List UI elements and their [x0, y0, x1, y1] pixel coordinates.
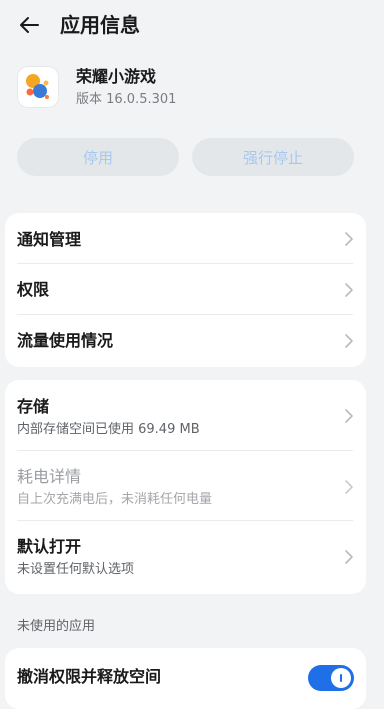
app-version: 版本 16.0.5.301: [76, 92, 177, 107]
list-item-subtitle: 内部存储空间已使用 69.49 MB: [17, 422, 200, 437]
disable-button[interactable]: 停用: [17, 138, 179, 176]
list-item-subtitle: 未设置任何默认选项: [17, 562, 135, 577]
chevron-right-icon: [345, 409, 353, 423]
page-title: 应用信息: [60, 13, 140, 37]
toggle-knob: [331, 668, 351, 688]
list-item-subtitle: 自上次充满电后，未消耗任何电量: [17, 492, 213, 507]
data-usage-item[interactable]: 流量使用情况: [5, 315, 366, 367]
settings-group-2: 存储 内部存储空间已使用 69.49 MB 耗电详情 自上次充满电后，未消耗任何…: [5, 380, 366, 594]
chevron-right-icon: [345, 232, 353, 246]
list-item-label: 耗电详情: [17, 467, 82, 486]
app-logo-icon: [18, 67, 58, 107]
section-header-unused-apps: 未使用的应用: [17, 619, 96, 634]
storage-item[interactable]: 存储 内部存储空间已使用 69.49 MB: [5, 380, 366, 451]
chevron-right-icon: [345, 283, 353, 297]
chevron-right-icon: [345, 480, 353, 494]
arrow-left-icon: [20, 17, 39, 33]
app-name: 荣耀小游戏: [76, 67, 157, 86]
back-button[interactable]: [12, 9, 46, 41]
force-stop-button[interactable]: 强行停止: [192, 138, 354, 176]
chevron-right-icon: [345, 550, 353, 564]
open-by-default-item[interactable]: 默认打开 未设置任何默认选项: [5, 521, 366, 594]
battery-usage-item: 耗电详情 自上次充满电后，未消耗任何电量: [5, 451, 366, 521]
list-item-label: 默认打开: [17, 537, 82, 556]
list-item-label: 权限: [17, 280, 50, 299]
title-bar: 应用信息: [0, 0, 384, 50]
list-item-label: 撤消权限并释放空间: [17, 667, 162, 686]
settings-group-1: 通知管理 权限 流量使用情况: [5, 213, 366, 367]
revoke-permissions-item: 撤消权限并释放空间: [5, 648, 366, 709]
app-info-page: 应用信息 荣耀小游戏 版本 16.0.5.301 停用 强行停止 通知管理 权限…: [0, 0, 384, 709]
list-item-label: 流量使用情况: [17, 331, 114, 350]
settings-group-3: 撤消权限并释放空间: [5, 648, 366, 709]
notification-management-item[interactable]: 通知管理: [5, 213, 366, 264]
revoke-permissions-toggle[interactable]: [308, 665, 354, 691]
permissions-item[interactable]: 权限: [5, 264, 366, 315]
list-item-label: 通知管理: [17, 230, 82, 249]
chevron-right-icon: [345, 334, 353, 348]
list-item-label: 存储: [17, 397, 50, 416]
